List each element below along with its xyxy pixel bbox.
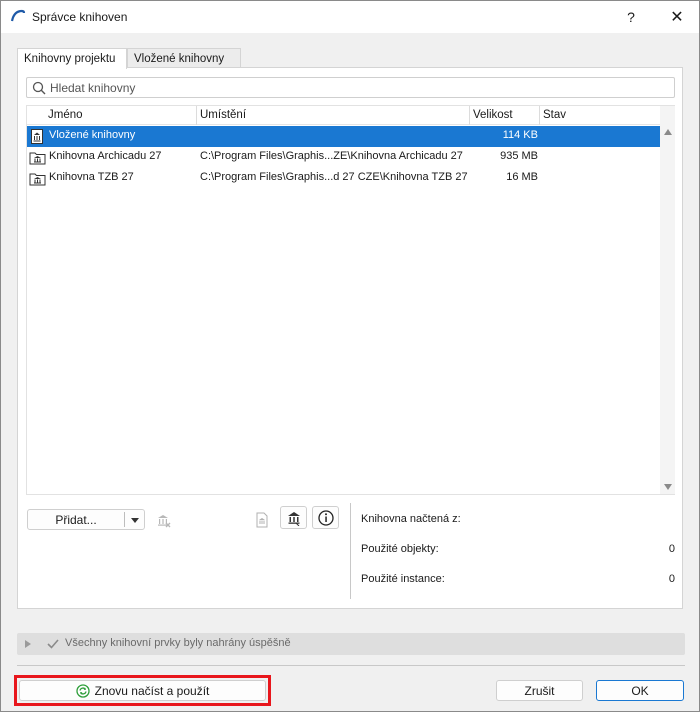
library-manager-dialog: Správce knihoven ? ✕ Knihovny projektu V… <box>0 0 700 712</box>
loaded-from-label: Knihovna načtená z: <box>361 513 461 525</box>
help-button[interactable]: ? <box>609 1 653 33</box>
table-row[interactable]: Knihovna Archicadu 27 C:\Program Files\G… <box>27 147 660 168</box>
title-bar: Správce knihoven ? ✕ <box>1 1 699 33</box>
tab-project-libraries[interactable]: Knihovny projektu <box>17 48 127 69</box>
row-location: C:\Program Files\Graphis...ZE\Knihovna A… <box>200 150 463 162</box>
embed-library-button[interactable] <box>248 508 275 531</box>
info-icon <box>318 510 334 526</box>
info-divider <box>350 503 351 599</box>
archicad-logo-icon <box>10 9 26 22</box>
column-header-name[interactable]: Jméno <box>45 106 197 125</box>
used-instances-label: Použité instance: <box>361 573 445 585</box>
row-location: C:\Program Files\Graphis...d 27 CZE\Knih… <box>200 171 468 183</box>
table-header: Jméno Umístění Velikost Stav <box>27 106 660 125</box>
column-header-size[interactable]: Velikost <box>470 106 540 125</box>
scroll-up-icon[interactable] <box>663 128 673 136</box>
library-table: Jméno Umístění Velikost Stav Vložené kni… <box>26 105 675 495</box>
search-icon <box>32 81 46 95</box>
used-instances-value: 0 <box>668 573 675 585</box>
add-library-button[interactable]: Přidat... <box>27 509 145 530</box>
reload-and-apply-label: Znovu načíst a použít <box>94 683 210 698</box>
reload-icon <box>75 683 90 698</box>
column-header-location[interactable]: Umístění <box>197 106 470 125</box>
library-folder-icon <box>29 173 46 186</box>
search-placeholder: Hledat knihovny <box>50 81 136 95</box>
scroll-down-icon[interactable] <box>663 483 673 491</box>
footer-divider <box>17 665 685 666</box>
tab-embedded-libraries[interactable]: Vložené knihovny <box>127 48 241 68</box>
library-folder-icon <box>29 152 46 165</box>
split-separator <box>124 512 125 527</box>
row-size: 114 KB <box>502 129 538 141</box>
vertical-scrollbar[interactable] <box>660 106 675 494</box>
row-name: Vložené knihovny <box>49 129 136 141</box>
load-status-text: Všechny knihovní prvky byly nahrány úspě… <box>65 637 291 649</box>
table-row[interactable]: Vložené knihovny 114 KB <box>27 126 660 147</box>
library-file-icon <box>256 512 268 528</box>
close-button[interactable]: ✕ <box>655 1 699 33</box>
column-header-state[interactable]: Stav <box>540 106 660 125</box>
remove-library-button[interactable] <box>149 508 176 531</box>
table-row[interactable]: Knihovna TZB 27 C:\Program Files\Graphis… <box>27 168 660 189</box>
embedded-library-icon <box>31 129 43 144</box>
library-building-icon <box>288 512 300 526</box>
load-status-bar[interactable]: Všechny knihovní prvky byly nahrány úspě… <box>17 633 685 655</box>
add-library-label: Přidat... <box>55 513 97 527</box>
checkmark-icon <box>47 639 59 649</box>
dropdown-arrow-icon[interactable] <box>129 517 141 524</box>
row-size: 16 MB <box>506 171 538 183</box>
search-input[interactable]: Hledat knihovny <box>26 77 675 98</box>
library-settings-button[interactable] <box>280 506 307 529</box>
ok-button[interactable]: OK <box>596 680 684 701</box>
used-objects-label: Použité objekty: <box>361 543 439 555</box>
used-objects-value: 0 <box>668 543 675 555</box>
expand-triangle-icon[interactable] <box>25 640 31 648</box>
reload-and-apply-button[interactable]: Znovu načíst a použít <box>19 680 266 701</box>
window-title: Správce knihoven <box>32 10 128 24</box>
cancel-button[interactable]: Zrušit <box>496 680 583 701</box>
row-name: Knihovna Archicadu 27 <box>49 150 162 162</box>
row-name: Knihovna TZB 27 <box>49 171 134 183</box>
remove-library-icon <box>158 515 171 528</box>
info-button[interactable] <box>312 506 339 529</box>
row-size: 935 MB <box>500 150 538 162</box>
